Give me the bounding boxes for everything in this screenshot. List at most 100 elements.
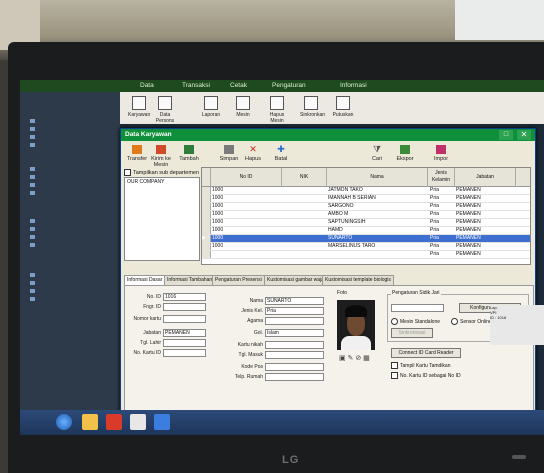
menu-pengaturan[interactable]: Pengaturan — [272, 82, 306, 89]
checkbox[interactable] — [391, 372, 398, 379]
sync-button[interactable]: Sinkronisasi — [391, 328, 433, 338]
export-button[interactable]: Ekspor — [393, 145, 417, 162]
sidebar-item[interactable] — [30, 272, 38, 278]
menu-data[interactable]: Data — [140, 82, 154, 89]
name-input[interactable]: SUNARTO — [265, 297, 324, 305]
table-row[interactable]: ▶ 1000 SUNARTO Pria PEMANEN — [202, 235, 530, 243]
toolbar-mesin-button[interactable]: Mesin — [232, 96, 254, 118]
cell-jabatan: PEMANEN — [456, 195, 481, 201]
sidebar-item[interactable] — [30, 218, 38, 224]
checkbox[interactable] — [391, 362, 398, 369]
sidebar-item[interactable] — [30, 118, 38, 124]
toolbar-laporan-button[interactable]: Laporan — [200, 96, 222, 118]
delete-button[interactable]: ✕ Hapus — [241, 145, 265, 163]
col-no-id[interactable]: No ID — [211, 168, 282, 187]
toolbar-sync-button[interactable]: Sinkronkan — [300, 96, 325, 118]
cell-jk: Pria — [430, 211, 439, 217]
marriage-input[interactable] — [265, 341, 324, 349]
fingerprint-device-select[interactable] — [391, 304, 444, 312]
subdept-checkbox[interactable]: Tampilkan sub departemen — [124, 169, 199, 176]
phone-input[interactable] — [265, 373, 324, 381]
users-icon — [30, 234, 35, 239]
id-card-input[interactable] — [163, 349, 206, 357]
cell-nama: HAMD — [328, 227, 343, 233]
fingerprint-id-input[interactable] — [163, 303, 206, 311]
send-to-device-button[interactable]: Kirim ke Mesin — [149, 145, 173, 168]
import-button[interactable]: Impor — [429, 145, 453, 162]
cancel-button[interactable]: ✚ Batal — [269, 145, 293, 163]
menu-cetak[interactable]: Cetak — [230, 82, 247, 89]
sidebar-item[interactable] — [30, 134, 38, 140]
sidebar-item[interactable] — [30, 288, 38, 294]
table-row[interactable]: 1000 AMBO M Pria PEMANEN — [202, 211, 530, 219]
gender-select[interactable]: Pria — [265, 307, 324, 315]
show-card-checkbox[interactable]: Tampil Kartu Tamdikan — [391, 362, 451, 369]
employee-photo[interactable] — [337, 300, 375, 350]
row-header-cell — [202, 211, 211, 218]
attendance-app-icon[interactable] — [154, 414, 170, 430]
connect-card-reader-button[interactable]: Connect ID Card Reader — [391, 348, 461, 358]
card-number-input[interactable] — [163, 315, 206, 323]
department-tree[interactable]: OUR COMPANY — [124, 177, 200, 261]
search-button[interactable]: ⧩ Cari — [365, 145, 389, 163]
sidebar-item[interactable] — [30, 242, 38, 248]
no-id-input[interactable]: 1016 — [163, 293, 206, 301]
radio[interactable] — [451, 318, 458, 325]
standalone-radio[interactable]: Mesin Standalone — [391, 318, 440, 325]
sidebar-item[interactable] — [30, 234, 38, 240]
dialog-titlebar[interactable]: Data Karyawan □ ✕ — [121, 129, 535, 141]
sidebar-item[interactable] — [30, 182, 38, 188]
clock-icon — [30, 280, 35, 285]
group-select[interactable]: Islam — [265, 329, 324, 337]
browser-icon[interactable] — [106, 414, 122, 430]
sidebar-item[interactable] — [30, 174, 38, 180]
table-row[interactable]: 1000 JATMON TAKO Pria PEMANEN — [202, 187, 530, 195]
power-button[interactable] — [512, 455, 526, 459]
maximize-icon[interactable]: □ — [499, 130, 513, 140]
join-date-input[interactable] — [265, 351, 324, 359]
col-jenis-kelamin[interactable]: Jenis Kelamin — [428, 168, 455, 187]
add-button[interactable]: Tambah — [177, 145, 201, 162]
checkbox[interactable] — [124, 169, 131, 176]
table-row[interactable]: Pria PEMANEN — [202, 251, 530, 259]
department-item[interactable]: OUR COMPANY — [125, 178, 199, 186]
sidebar-item[interactable] — [30, 142, 38, 148]
save-button[interactable]: Simpan — [217, 145, 241, 162]
transfer-button[interactable]: Transfer — [125, 145, 149, 162]
religion-input[interactable] — [265, 317, 324, 325]
col-nik[interactable]: NIK — [282, 168, 327, 187]
toolbar-karyawan-button[interactable]: Karyawan — [128, 96, 150, 118]
sidebar-item[interactable] — [30, 280, 38, 286]
taskbar — [20, 410, 544, 435]
table-row[interactable]: 1000 MARSELINUS TARO Pria PEMANEN — [202, 243, 530, 251]
table-row[interactable]: 1000 IMANNAH B SERIAN Pria PEMANEN — [202, 195, 530, 203]
photo-tools-icon[interactable]: ▣ ✎ ⊘ ▦ — [339, 354, 370, 362]
sidebar-item[interactable] — [30, 190, 38, 196]
sidebar-item[interactable] — [30, 226, 38, 232]
col-nama[interactable]: Nama — [327, 168, 428, 187]
toolbar-disconnect-button[interactable]: Putuskan — [332, 96, 354, 118]
menu-informasi[interactable]: Informasi — [340, 82, 367, 89]
table-row[interactable]: 1000 SAPTUNINGSIH Pria PEMANEN — [202, 219, 530, 227]
radio[interactable] — [391, 318, 398, 325]
birthdate-input[interactable] — [163, 339, 206, 347]
close-icon[interactable]: ✕ — [517, 130, 531, 140]
app-icon[interactable] — [130, 414, 146, 430]
online-sensor-radio[interactable]: Sensor Online — [451, 318, 492, 325]
start-button[interactable] — [56, 414, 72, 430]
explorer-icon[interactable] — [82, 414, 98, 430]
col-jabatan[interactable]: Jabatan — [455, 168, 516, 187]
toolbar-data-button[interactable]: Data Persons — [154, 96, 176, 124]
toolbar-hapus-mesin-button[interactable]: Hapus Mesin — [266, 96, 288, 124]
cell-jabatan: PEMANEN — [456, 211, 481, 217]
table-row[interactable]: 1000 HAMD Pria PEMANEN — [202, 227, 530, 235]
sidebar-item[interactable] — [30, 296, 38, 302]
card-as-id-checkbox[interactable]: No. Kartu ID sebagai No ID — [391, 372, 461, 379]
menu-transaksi[interactable]: Transaksi — [182, 82, 210, 89]
sidebar-item[interactable] — [30, 126, 38, 132]
table-row[interactable]: 1000 SARGONO Pria PEMANEN — [202, 203, 530, 211]
sidebar-item[interactable] — [30, 166, 38, 172]
jabatan-input[interactable]: PEMANEN — [163, 329, 206, 337]
postal-input[interactable] — [265, 363, 324, 371]
cell-id: 1000 — [212, 211, 224, 217]
